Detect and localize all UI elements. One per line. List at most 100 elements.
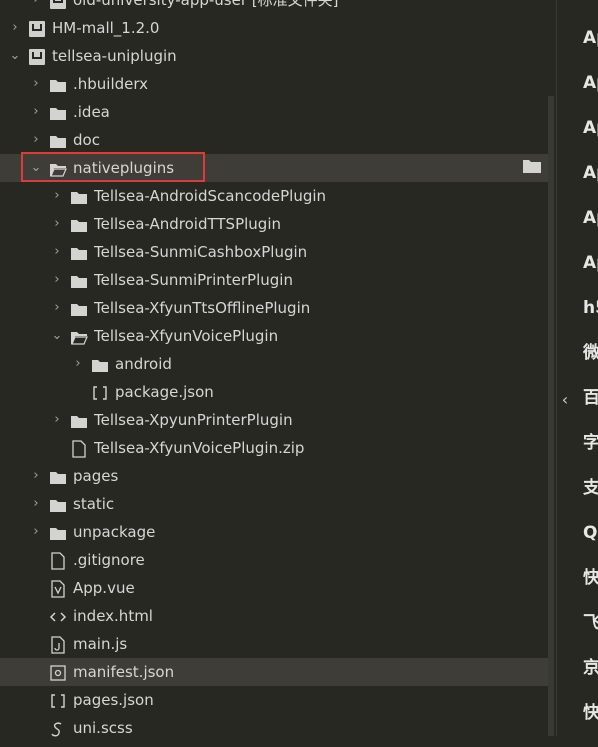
tree-row[interactable]: .gitignore <box>0 546 548 574</box>
folder-icon <box>91 355 109 373</box>
tree-item-label: App.vue <box>73 579 135 597</box>
tree-item-label: tellsea-uniplugin <box>52 47 177 65</box>
tree-row[interactable]: › Tellsea-XpyunPrinterPlugin <box>0 406 548 434</box>
panel-item-label[interactable]: 快 <box>583 564 598 592</box>
tree-item-label: .hbuilderx <box>73 75 149 93</box>
chevron-right-icon[interactable]: › <box>29 490 43 518</box>
folder-icon <box>522 158 542 178</box>
tree-row[interactable]: ⌄ tellsea-uniplugin <box>0 42 548 70</box>
tree-item-label: static <box>73 495 115 513</box>
folder-icon <box>70 271 88 289</box>
tree-item-label: Tellsea-XfyunVoicePlugin <box>94 327 279 345</box>
tree-item-label: unpackage <box>73 523 156 541</box>
chevron-right-icon[interactable]: › <box>50 406 64 434</box>
tree-row[interactable]: App.vue <box>0 574 548 602</box>
chevron-right-icon[interactable]: › <box>50 238 64 266</box>
panel-item-label[interactable]: 百 <box>583 384 598 412</box>
tree-row[interactable]: › unpackage <box>0 518 548 546</box>
tree-row[interactable]: › static <box>0 490 548 518</box>
tree-item-label: old-university-app-user [标准文件夹] <box>73 0 339 9</box>
chevron-right-icon[interactable]: › <box>29 518 43 546</box>
panel-item-label[interactable]: 字 <box>583 429 598 457</box>
folder-icon <box>49 103 67 121</box>
chevron-left-icon[interactable]: ‹ <box>557 385 573 415</box>
tree-row[interactable]: Tellsea-XfyunVoicePlugin.zip <box>0 434 548 462</box>
chevron-right-icon[interactable]: › <box>50 294 64 322</box>
vue-icon <box>49 579 67 598</box>
file-icon <box>70 439 88 458</box>
json-icon <box>91 383 109 401</box>
json-icon <box>49 691 67 709</box>
tree-row[interactable]: › Tellsea-AndroidScancodePlugin <box>0 182 548 210</box>
tree-item-label: doc <box>73 131 100 149</box>
tree-row[interactable]: › HM-mall_1.2.0 <box>0 14 548 42</box>
tree-row[interactable]: pages.json <box>0 686 548 714</box>
tree-row[interactable]: › .idea <box>0 98 548 126</box>
panel-item-label[interactable]: 飞 <box>583 609 598 637</box>
tree-row[interactable]: manifest.json <box>0 658 548 686</box>
tree-row[interactable]: › Tellsea-SunmiCashboxPlugin <box>0 238 548 266</box>
chevron-right-icon[interactable]: › <box>29 126 43 154</box>
panel-item-label[interactable]: 微 <box>583 339 598 367</box>
manifest-icon <box>49 663 67 681</box>
tree-item-label: uni.scss <box>73 719 133 737</box>
chevron-right-icon[interactable]: › <box>50 210 64 238</box>
chevron-right-icon[interactable]: › <box>71 350 85 378</box>
file-icon <box>49 551 67 570</box>
chevron-right-icon[interactable]: › <box>29 462 43 490</box>
tree-row[interactable]: › Tellsea-XfyunTtsOfflinePlugin <box>0 294 548 322</box>
tree-item-label: Tellsea-XfyunVoicePlugin.zip <box>94 439 305 457</box>
folder-icon <box>49 467 67 485</box>
tree-row[interactable]: › Tellsea-SunmiPrinterPlugin <box>0 266 548 294</box>
panel-item-label[interactable]: Q <box>583 519 598 547</box>
panel-item-label[interactable]: h5 <box>583 294 598 322</box>
chevron-right-icon[interactable]: › <box>50 182 64 210</box>
folder-icon <box>70 187 88 205</box>
chevron-right-icon[interactable]: › <box>29 0 43 14</box>
tree-row[interactable]: package.json <box>0 378 548 406</box>
panel-item-label[interactable]: 支 <box>583 474 598 502</box>
folder-icon <box>49 495 67 513</box>
folder-icon <box>49 523 67 541</box>
highlight-box <box>21 152 205 182</box>
tree-item-label: Tellsea-XfyunTtsOfflinePlugin <box>94 299 311 317</box>
tree-item-label: pages <box>73 467 119 485</box>
js-icon <box>49 635 67 654</box>
scrollbar[interactable] <box>548 96 554 736</box>
tree-row[interactable]: › pages <box>0 462 548 490</box>
panel-item-label[interactable]: Ap <box>583 249 598 277</box>
tree-row[interactable]: uni.scss <box>0 714 548 742</box>
tree-row[interactable]: ⌄ Tellsea-XfyunVoicePlugin <box>0 322 548 350</box>
project-icon <box>49 0 67 9</box>
tree-item-label: .gitignore <box>73 551 145 569</box>
scss-icon <box>49 719 67 737</box>
right-panel: ‹ ApApApApApAph5微百字支Q快飞京快 <box>556 0 598 736</box>
chevron-right-icon[interactable]: › <box>29 70 43 98</box>
chevron-right-icon[interactable]: › <box>50 266 64 294</box>
project-icon <box>28 47 46 65</box>
panel-item-label[interactable]: Ap <box>583 69 598 97</box>
folder-icon <box>70 215 88 233</box>
panel-item-label[interactable]: 京 <box>583 654 598 682</box>
tree-row[interactable]: › old-university-app-user [标准文件夹] <box>0 0 548 14</box>
tree-item-label: .idea <box>73 103 110 121</box>
panel-item-label[interactable]: Ap <box>583 204 598 232</box>
chevron-right-icon[interactable]: › <box>29 98 43 126</box>
tree-row[interactable]: › .hbuilderx <box>0 70 548 98</box>
panel-item-label[interactable]: Ap <box>583 24 598 52</box>
panel-item-label[interactable]: Ap <box>583 114 598 142</box>
panel-item-label[interactable]: Ap <box>583 159 598 187</box>
tree-row[interactable]: main.js <box>0 630 548 658</box>
chevron-down-icon[interactable]: ⌄ <box>50 322 64 350</box>
panel-item-label[interactable]: 快 <box>583 699 598 727</box>
chevron-right-icon[interactable]: › <box>8 14 22 42</box>
project-icon <box>28 19 46 37</box>
tree-row[interactable]: › Tellsea-AndroidTTSPlugin <box>0 210 548 238</box>
folder-open-icon <box>70 327 88 345</box>
tree-row[interactable]: › android <box>0 350 548 378</box>
tree-row[interactable]: › doc <box>0 126 548 154</box>
chevron-down-icon[interactable]: ⌄ <box>8 42 22 70</box>
tree-item-label: Tellsea-XpyunPrinterPlugin <box>94 411 293 429</box>
tree-item-label: package.json <box>115 383 214 401</box>
tree-row[interactable]: index.html <box>0 602 548 630</box>
